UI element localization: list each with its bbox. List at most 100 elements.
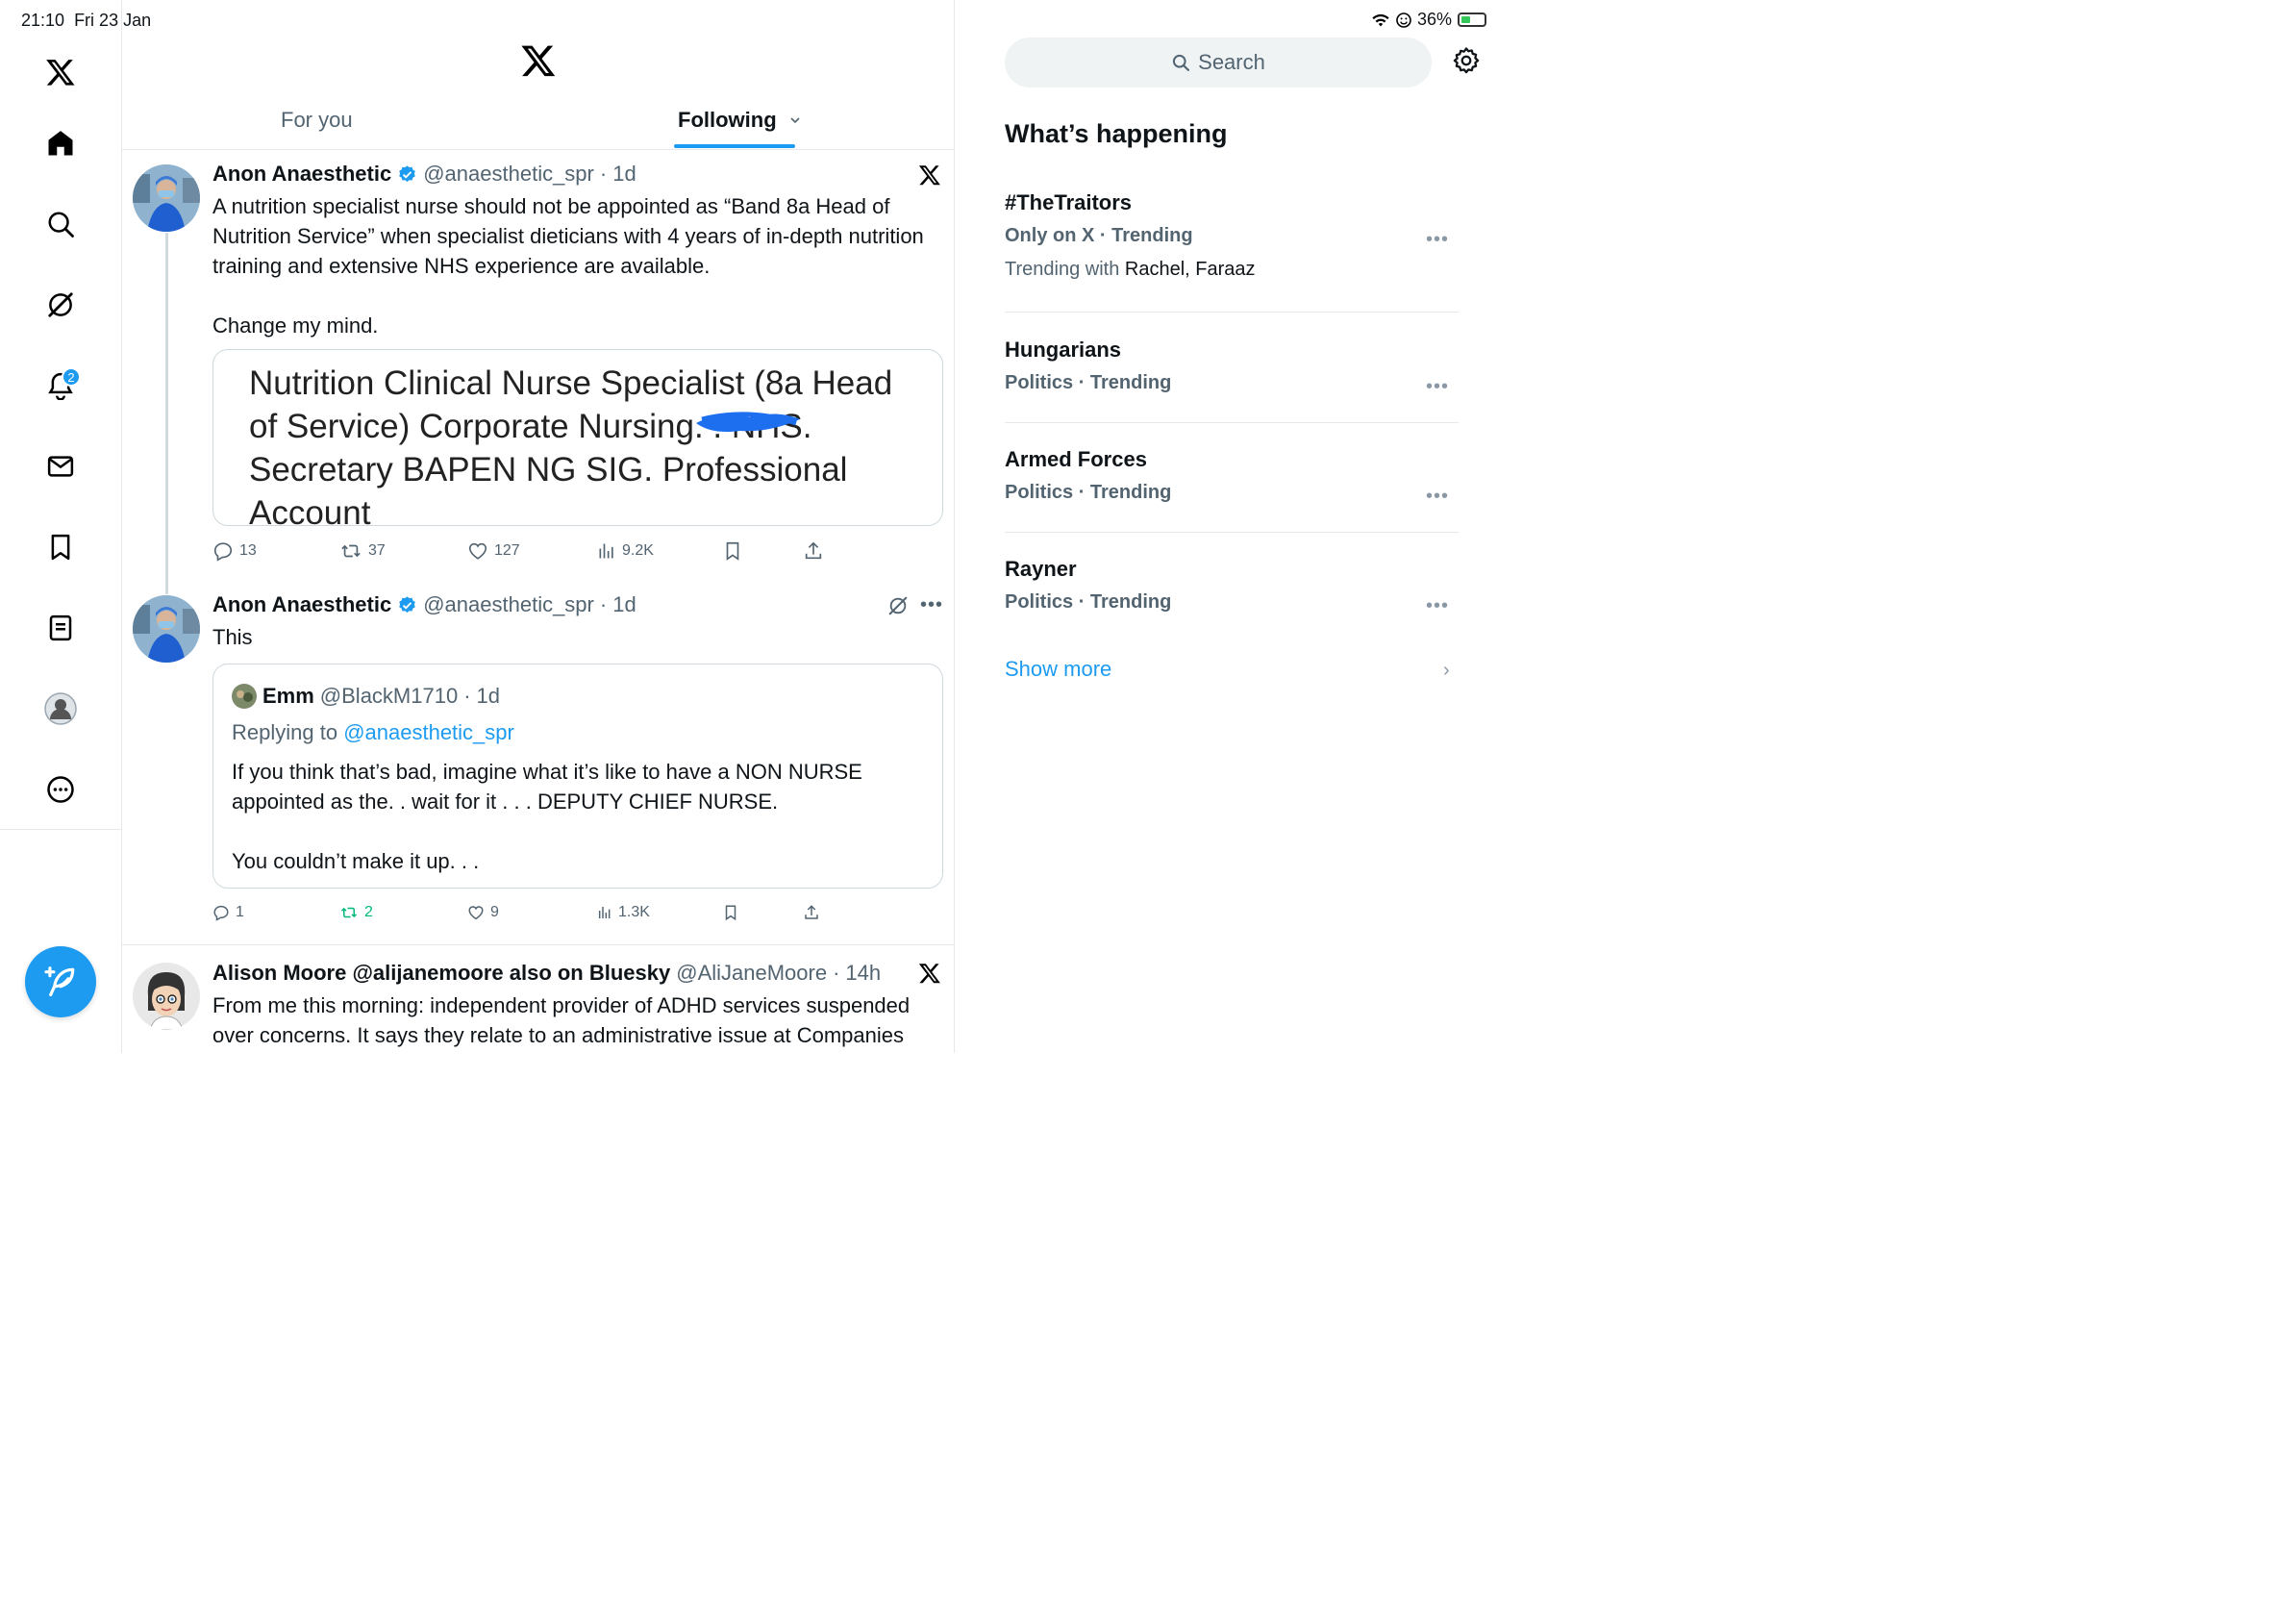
lists-icon[interactable] [40,608,81,648]
more-icon[interactable] [40,769,81,810]
timeline: For you Following Anon Anaesthetic @anae… [122,0,955,1053]
x-header-logo-icon[interactable] [520,42,557,84]
right-sidebar: Search What’s happening #TheTraitors Onl… [956,0,1502,1053]
quoted-author-name[interactable]: Emm [262,684,314,709]
tab-following[interactable]: Following [678,108,802,133]
trend-item[interactable]: Rayner Politics · Trending ••• [1005,557,1459,617]
heart-icon [468,906,484,920]
like-button[interactable]: 9 [467,904,499,921]
x-source-icon [918,962,941,990]
more-options-icon[interactable]: ••• [1426,376,1449,398]
author-name[interactable]: Anon Anaesthetic [212,162,391,187]
analytics-icon [598,907,611,918]
search-input[interactable]: Search [1005,38,1432,88]
trend-meta: Politics · Trending [1005,372,1172,393]
share-button[interactable] [803,904,820,921]
verified-badge-icon [399,595,416,613]
grok-icon[interactable] [887,595,909,621]
tweet-actions: 13 37 127 9.2K [212,539,943,564]
trend-meta: Politics · Trending [1005,482,1172,503]
trend-item[interactable]: #TheTraitors Only on X · Trending Trendi… [1005,190,1459,281]
tab-active-indicator [674,144,795,148]
tweet-actions: 1 2 9 1.3K [212,901,943,924]
messages-icon[interactable] [40,446,81,487]
trend-item[interactable]: Armed Forces Politics · Trending ••• [1005,447,1459,507]
search-icon [1173,54,1190,71]
reply-icon [213,542,233,562]
repost-button[interactable]: 2 [339,904,373,921]
like-button[interactable]: 127 [467,540,520,562]
avatar[interactable] [133,164,200,232]
show-more-link[interactable]: Show more [1005,657,1111,682]
trend-name: Armed Forces [1005,447,1147,471]
author-handle[interactable]: @AliJaneMoore [676,961,827,986]
tweet-text: This [212,625,253,649]
replying-to: Replying to @anaesthetic_spr [232,720,514,744]
tweet-divider [122,944,954,945]
quoted-author-handle[interactable]: @BlackM1710 [320,684,458,709]
trend-item[interactable]: Hungarians Politics · Trending ••• [1005,338,1459,397]
tweet-time[interactable]: 1d [612,162,636,187]
left-nav: 2 [0,0,122,1053]
repost-icon [340,907,358,918]
share-icon [805,541,822,560]
tweet-text: From me this morning: independent provid… [212,993,911,1047]
reply-icon [213,905,229,921]
replying-to-handle[interactable]: @anaesthetic_spr [343,720,514,744]
more-options-icon[interactable]: ••• [1426,595,1449,617]
analytics-icon [599,543,613,559]
timeline-tabs: For you Following [122,92,954,150]
avatar[interactable] [133,963,200,1030]
avatar[interactable] [232,684,257,709]
reply-button[interactable]: 13 [212,540,257,562]
quoted-tweet-time: 1d [476,684,501,708]
trend-meta: Politics · Trending [1005,591,1172,613]
tweet-text: A nutrition specialist nurse should not … [212,194,924,338]
thread-connector [165,233,168,594]
quoted-tweet-header: Emm @BlackM1710 · 1d [232,684,500,709]
views-button[interactable]: 9.2K [597,541,654,561]
tweet-time[interactable]: 14h [845,961,881,986]
reply-button[interactable]: 1 [212,904,244,921]
tweet-header: Anon Anaesthetic @anaesthetic_spr · 1d [212,162,636,187]
author-handle[interactable]: @anaesthetic_spr [423,162,594,187]
compose-feather-icon [44,966,75,997]
share-button[interactable] [803,540,824,562]
redaction-scribble [696,412,800,432]
tweet-image-card[interactable]: Nutrition Clinical Nurse Specialist (8a … [212,349,943,526]
search-icon[interactable] [40,204,81,244]
bookmark-button[interactable] [722,540,743,562]
bookmark-button[interactable] [722,904,739,921]
verified-badge-icon [399,164,416,182]
search-placeholder: Search [1198,50,1265,74]
trend-name: Hungarians [1005,338,1122,362]
author-name[interactable]: Alison Moore @alijanemoore also on Blues… [212,961,670,986]
compose-post-button[interactable] [25,946,96,1017]
author-name[interactable]: Anon Anaesthetic [212,592,391,617]
settings-gear-icon[interactable] [1452,46,1481,80]
x-source-icon [918,163,941,191]
bookmark-icon [726,541,739,561]
more-options-icon[interactable]: ••• [920,594,943,616]
profile-avatar-icon[interactable] [40,689,81,729]
tweet-time[interactable]: 1d [612,592,636,617]
bookmarks-icon[interactable] [40,527,81,567]
author-handle[interactable]: @anaesthetic_spr [423,592,594,617]
quoted-tweet[interactable]: Emm @BlackM1710 · 1d Replying to @anaest… [212,664,943,889]
notifications-icon[interactable]: 2 [40,365,81,406]
home-icon[interactable] [40,123,81,163]
share-icon [805,905,818,919]
tab-for-you[interactable]: For you [281,108,353,133]
chevron-right-icon: › [1443,660,1450,681]
chevron-down-icon [790,117,800,124]
trend-meta: Only on X · Trending [1005,225,1193,246]
trend-name: Rayner [1005,557,1077,581]
more-options-icon[interactable]: ••• [1426,229,1449,251]
more-options-icon[interactable]: ••• [1426,486,1449,508]
repost-button[interactable]: 37 [339,540,386,562]
avatar[interactable] [133,595,200,663]
trend-with: Trending with Rachel, Faraaz [1005,259,1256,280]
views-button[interactable]: 1.3K [597,904,650,921]
x-logo-icon[interactable] [40,52,81,92]
grok-icon[interactable] [40,285,81,325]
